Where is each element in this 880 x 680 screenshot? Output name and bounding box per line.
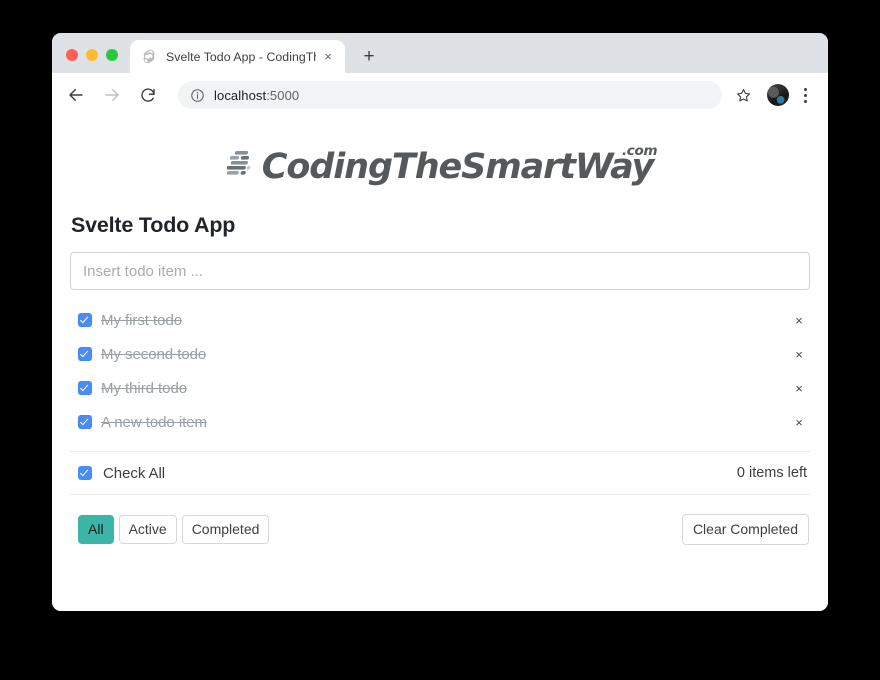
filter-completed-button[interactable]: Completed bbox=[181, 515, 270, 544]
delete-todo-icon[interactable]: × bbox=[791, 414, 807, 430]
logo-wordmark: CodingTheSmartWay .com bbox=[261, 144, 658, 187]
arrow-right-icon[interactable] bbox=[98, 81, 126, 109]
todo-item: My first todo × bbox=[70, 303, 810, 337]
window-zoom-button[interactable] bbox=[106, 49, 118, 61]
close-icon[interactable]: × bbox=[320, 49, 336, 65]
todo-label[interactable]: My third todo bbox=[101, 380, 791, 397]
avatar[interactable] bbox=[767, 84, 789, 106]
url-port: :5000 bbox=[266, 87, 300, 103]
window-minimize-button[interactable] bbox=[86, 49, 98, 61]
info-circle-icon[interactable] bbox=[190, 88, 205, 103]
window-close-button[interactable] bbox=[66, 49, 78, 61]
page-viewport: CodingTheSmartWay.com Svelte Todo App My… bbox=[52, 117, 828, 611]
todo-label[interactable]: My first todo bbox=[101, 312, 791, 329]
filter-button-group: All Active Completed bbox=[78, 515, 270, 544]
delete-todo-icon[interactable]: × bbox=[791, 312, 807, 328]
items-left-counter: 0 items left bbox=[736, 465, 807, 481]
page-title: Svelte Todo App bbox=[71, 213, 236, 237]
speed-lines-icon bbox=[225, 148, 257, 187]
new-todo-input[interactable] bbox=[70, 252, 810, 290]
svelte-logo-icon bbox=[141, 49, 157, 65]
check-all-label[interactable]: Check All bbox=[103, 465, 737, 482]
browser-tab-title: Svelte Todo App - CodingTheS bbox=[166, 49, 316, 64]
todo-item: My third todo × bbox=[70, 371, 810, 405]
new-tab-button[interactable]: + bbox=[355, 42, 383, 70]
url-host: localhost bbox=[214, 87, 267, 103]
browser-tab[interactable]: Svelte Todo App - CodingTheS × bbox=[130, 40, 345, 73]
browser-tab-strip: Svelte Todo App - CodingTheS × + bbox=[52, 33, 828, 73]
delete-todo-icon[interactable]: × bbox=[791, 380, 807, 396]
clear-completed-button[interactable]: Clear Completed bbox=[681, 514, 809, 545]
filter-active-button[interactable]: Active bbox=[118, 515, 177, 544]
logo-tld: .com bbox=[621, 143, 658, 159]
todo-checkbox[interactable] bbox=[78, 347, 92, 361]
delete-todo-icon[interactable]: × bbox=[791, 346, 807, 362]
todo-checkbox[interactable] bbox=[78, 415, 92, 429]
check-all-row: Check All 0 items left bbox=[70, 451, 810, 495]
todo-label[interactable]: My second todo bbox=[101, 346, 791, 363]
browser-window: Svelte Todo App - CodingTheS × + bbox=[52, 33, 828, 611]
site-logo: CodingTheSmartWay .com bbox=[70, 144, 810, 187]
window-traffic-lights bbox=[52, 49, 130, 73]
browser-toolbar: localhost:5000 bbox=[52, 73, 828, 117]
todo-item: My second todo × bbox=[70, 337, 810, 371]
arrow-left-icon[interactable] bbox=[62, 81, 90, 109]
todo-checkbox[interactable] bbox=[78, 381, 92, 395]
star-icon[interactable] bbox=[730, 82, 756, 108]
filter-all-button[interactable]: All bbox=[78, 515, 114, 544]
address-bar-url: localhost:5000 bbox=[214, 88, 299, 103]
todo-list: My first todo × My second todo × My thir… bbox=[70, 303, 810, 439]
reload-icon[interactable] bbox=[134, 81, 162, 109]
todo-label[interactable]: A new todo item bbox=[101, 414, 791, 431]
check-all-checkbox[interactable] bbox=[78, 466, 92, 480]
three-dot-menu-icon[interactable] bbox=[794, 82, 816, 108]
logo-wordmark-text: CodingTheSmartWay bbox=[261, 147, 655, 187]
todo-checkbox[interactable] bbox=[78, 313, 92, 327]
todo-item: A new todo item × bbox=[70, 405, 810, 439]
address-bar[interactable]: localhost:5000 bbox=[178, 81, 722, 109]
footer-actions: All Active Completed Clear Completed bbox=[70, 514, 810, 545]
